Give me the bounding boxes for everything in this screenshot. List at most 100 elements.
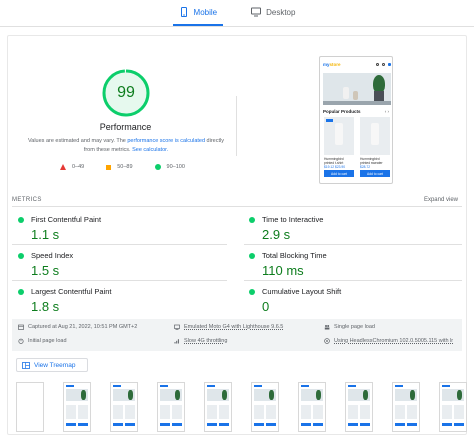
frame-thumb-part	[160, 385, 168, 387]
popular-products-title: Popular Products	[323, 109, 361, 114]
frame-thumb-part	[395, 405, 405, 419]
frame-thumb-part	[219, 405, 229, 419]
filmstrip-frame	[251, 382, 279, 432]
frame-thumb-part	[407, 423, 417, 426]
frame-thumb-part	[254, 405, 264, 419]
tab-desktop[interactable]: Desktop	[245, 0, 301, 24]
metric-name: Speed Index	[31, 251, 74, 260]
circle-icon	[154, 164, 161, 170]
frame-thumb-part	[301, 423, 311, 426]
metric-largest-contentful-paint: Largest Contentful Paint 1.8 s	[18, 285, 218, 321]
product-name-2: Hummingbird printed sweater	[360, 157, 383, 165]
legend-fail: 0–49	[60, 164, 84, 170]
frame-thumb-part	[395, 423, 405, 426]
metric-divider	[12, 280, 227, 281]
metric-name: First Contentful Paint	[31, 215, 102, 224]
metric-value: 1.5 s	[31, 263, 60, 278]
vase-shape-2	[353, 91, 358, 100]
frame-thumb-part	[266, 405, 276, 419]
legend-fail-label: 0–49	[72, 164, 85, 170]
score-legend: 0–49 50–89 90–100	[60, 164, 185, 170]
frame-thumb-part	[442, 389, 464, 401]
throttling-text[interactable]: Slow 4G throttling	[184, 338, 227, 344]
view-treemap-button[interactable]: View Treemap	[16, 358, 88, 372]
metrics-divider	[12, 206, 462, 207]
frame-thumb-part	[160, 423, 170, 426]
metric-divider	[244, 280, 462, 281]
filmstrip-frame	[16, 382, 44, 432]
frame-thumb-part	[66, 405, 76, 419]
store-logo: mystore	[323, 62, 341, 67]
frame-thumb-part	[66, 389, 88, 401]
metric-divider	[12, 244, 227, 245]
pass-circle-icon	[18, 253, 24, 259]
expand-view-toggle[interactable]: Expand view	[424, 197, 458, 203]
frame-thumb-part	[160, 389, 182, 401]
desktop-icon	[251, 7, 262, 17]
browser-text[interactable]: Using HeadlessChromium 102.0.5005.115 wi…	[334, 338, 453, 344]
frame-thumb-part	[78, 423, 88, 426]
search-icon	[376, 62, 379, 66]
sale-tag	[326, 119, 333, 122]
frame-thumb-part	[313, 405, 323, 419]
filmstrip-frame	[439, 382, 467, 432]
frame-thumb-part	[172, 405, 182, 419]
add-to-cart-button-1: Add to cart	[324, 170, 354, 177]
product-price-2: $28.72	[360, 165, 371, 169]
filmstrip-frame	[392, 382, 420, 432]
cart-icon	[388, 62, 391, 66]
runtime-initial: Initial page load	[18, 338, 67, 344]
frame-thumb-part	[442, 405, 452, 419]
captured-text: Captured at Aug 21, 2022, 10:51 PM GMT+2	[28, 324, 138, 330]
section-divider	[236, 96, 237, 156]
filmstrip-frame	[298, 382, 326, 432]
frame-thumb-part	[113, 405, 123, 419]
frame-thumb-part	[348, 385, 356, 387]
legend-average: 50–89	[106, 164, 133, 170]
final-screenshot[interactable]: mystore Popular Products ‹ › Hummingbird…	[319, 56, 393, 184]
product-shape	[371, 123, 379, 145]
frame-thumb-part	[125, 423, 135, 426]
runtime-throttle: Slow 4G throttling	[174, 338, 227, 344]
see-calculator-link[interactable]: See calculator.	[132, 147, 168, 153]
single-page-load-text: Single page load	[334, 324, 375, 330]
frame-thumb-part	[254, 423, 264, 426]
tab-mobile[interactable]: Mobile	[172, 0, 224, 26]
filmstrip-frame	[204, 382, 232, 432]
metric-value: 1.8 s	[31, 299, 60, 314]
hero-image	[323, 73, 391, 105]
carousel-arrows-icon: ‹ ›	[384, 109, 389, 114]
frame-thumb-part	[113, 385, 121, 387]
metrics-heading: METRICS	[12, 197, 42, 203]
metric-name: Time to Interactive	[262, 215, 324, 224]
runtime-load: Single page load	[324, 324, 375, 330]
frame-thumb-part	[172, 423, 182, 426]
frame-thumb-part	[125, 405, 135, 419]
device-text[interactable]: Emulated Moto G4 with Lighthouse 9.6.5	[184, 324, 283, 330]
legend-pass: 90–100	[154, 164, 185, 170]
frame-thumb-part	[207, 385, 215, 387]
frame-thumb-part	[407, 405, 417, 419]
legend-pass-label: 90–100	[166, 164, 185, 170]
frame-thumb-part	[348, 423, 358, 426]
metric-value: 2.9 s	[262, 227, 291, 242]
frame-thumb-part	[66, 385, 74, 387]
frame-thumb-part	[301, 405, 311, 419]
metric-divider	[244, 244, 462, 245]
pass-circle-icon	[249, 289, 255, 295]
filmstrip-frame	[157, 382, 185, 432]
initial-page-load-text: Initial page load	[28, 338, 67, 344]
runtime-device: Emulated Moto G4 with Lighthouse 9.6.5	[174, 324, 283, 330]
frame-thumb-part	[113, 423, 123, 426]
frame-thumb-part	[301, 385, 309, 387]
legend-average-label: 50–89	[117, 164, 133, 170]
product-image-1	[324, 117, 354, 155]
score-calculated-link[interactable]: performance score is calculated	[127, 138, 205, 144]
runtime-settings: Captured at Aug 21, 2022, 10:51 PM GMT+2…	[12, 319, 462, 351]
timer-icon	[18, 338, 24, 344]
network-icon	[174, 339, 179, 344]
frame-thumb-part	[395, 385, 403, 387]
mobile-icon	[180, 7, 187, 17]
runtime-browser: Using HeadlessChromium 102.0.5005.115 wi…	[324, 338, 453, 344]
product-image-2	[360, 117, 390, 155]
